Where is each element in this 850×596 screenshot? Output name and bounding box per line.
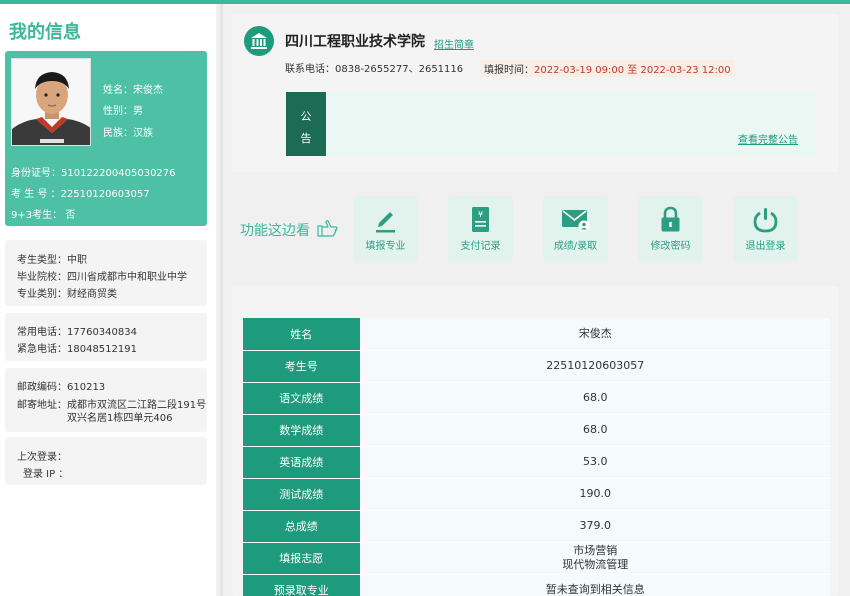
scores-admission-button[interactable]: 成绩/录取: [543, 196, 608, 261]
postcode: 邮政编码：610213: [17, 382, 106, 393]
sidebar-divider: [220, 4, 223, 596]
table-value: 190.0: [360, 478, 830, 511]
fill-major-label: 填报专业: [365, 241, 406, 252]
education-info-box: 考生类型：中职 毕业院校：四川省成都市中和职业中学 专业类别：财经商贸类: [5, 240, 207, 306]
table-value: 暂未查询到相关信息: [360, 574, 830, 596]
receipt-icon: ¥: [472, 207, 489, 232]
student-photo-icon: [12, 59, 90, 145]
table-value: 市场营销 现代物流管理: [360, 542, 830, 575]
table-row: 英语成绩 53.0: [243, 446, 830, 479]
school-panel: 四川工程职业技术学院 招生简章 联系电话：0838-2655277、265111…: [232, 14, 839, 172]
table-key: 总成绩: [243, 510, 361, 543]
sidebar-title: 我的信息: [9, 22, 81, 43]
choice-1: 市场营销: [573, 544, 618, 557]
pen-icon: [376, 212, 395, 233]
table-key: 英语成绩: [243, 446, 361, 479]
phone-info-box: 常用电话：17760340834 紧急电话：18048512191: [5, 313, 207, 361]
table-row: 考生号 22510120603057: [243, 350, 830, 383]
login-info-box: 上次登录： 登录 IP ：: [5, 437, 207, 485]
notice-box: 公 告 查看完整公告: [286, 92, 816, 156]
view-full-notice-link[interactable]: 查看完整公告: [738, 131, 798, 146]
fill-period-label: 填报时间：: [484, 65, 534, 76]
table-value: 379.0: [360, 510, 830, 543]
avatar: [11, 58, 91, 146]
payment-records-label: 支付记录: [460, 241, 501, 252]
table-row: 总成绩 379.0: [243, 510, 830, 543]
scores-admission-label: 成绩/录取: [553, 241, 598, 252]
sidebar: 我的信息 姓名：宋俊杰 性别：男 民族：汉族 身份证号：510122200405…: [0, 4, 216, 596]
table-value: 22510120603057: [360, 350, 830, 383]
table-value: 53.0: [360, 446, 830, 479]
bank-icon: [244, 26, 274, 56]
logout-label: 退出登录: [745, 241, 786, 252]
login-ip: 登录 IP ：: [23, 469, 69, 480]
change-password-label: 修改密码: [650, 241, 691, 252]
fill-major-button[interactable]: 填报专业: [353, 196, 418, 261]
profile-name: 姓名：宋俊杰: [103, 85, 163, 96]
power-icon: [753, 208, 778, 233]
table-key: 预录取专业: [243, 574, 361, 596]
functions-label: 功能这边看: [240, 223, 310, 239]
table-value: 68.0: [360, 382, 830, 415]
table-row: 填报志愿 市场营销 现代物流管理: [243, 542, 830, 575]
profile-id-number: 身份证号：510122200405030276: [11, 168, 176, 179]
mailing-address-line2: 双兴名居1栋四单元406: [67, 413, 173, 424]
profile-exam-number: 考 生 号 ：22510120603057: [11, 189, 150, 200]
notice-label: 公 告: [286, 92, 326, 156]
notice-label-line2: 告: [300, 132, 312, 145]
table-key: 填报志愿: [243, 542, 361, 575]
emergency-phone: 紧急电话：18048512191: [17, 344, 137, 355]
student-type: 考生类型：中职: [17, 255, 87, 266]
school-contact: 联系电话：0838-2655277、2651116: [285, 64, 464, 75]
table-key: 语文成绩: [243, 382, 361, 415]
profile-card: 姓名：宋俊杰 性别：男 民族：汉族 身份证号：51012220040503027…: [5, 51, 207, 226]
pointing-hand-icon: [317, 220, 338, 237]
payment-records-button[interactable]: ¥ 支付记录: [448, 196, 513, 261]
profile-gender: 性别：男: [103, 106, 143, 117]
logout-button[interactable]: 退出登录: [733, 196, 798, 261]
graduate-school: 毕业院校：四川省成都市中和职业中学: [17, 272, 187, 283]
address-info-box: 邮政编码：610213 邮寄地址：成都市双流区二江路二段191号 双兴名居1栋四…: [5, 368, 207, 432]
table-key: 姓名: [243, 318, 361, 351]
major-category: 专业类别：财经商贸类: [17, 289, 117, 300]
profile-nine-plus-three: 9+3考生： 否: [11, 210, 76, 221]
table-row: 语文成绩 68.0: [243, 382, 830, 415]
mail-user-icon: [562, 210, 590, 232]
table-row: 测试成绩 190.0: [243, 478, 830, 511]
choice-2: 现代物流管理: [562, 558, 629, 571]
table-key: 考生号: [243, 350, 361, 383]
svg-text:¥: ¥: [478, 210, 483, 219]
score-table: 姓名 宋俊杰 考生号 22510120603057 语文成绩 68.0 数学成绩…: [243, 318, 830, 596]
mobile-phone: 常用电话：17760340834: [17, 327, 137, 338]
table-key: 数学成绩: [243, 414, 361, 447]
table-value: 68.0: [360, 414, 830, 447]
profile-ethnicity: 民族：汉族: [103, 128, 153, 139]
brochure-link[interactable]: 招生简章: [434, 36, 474, 51]
table-key: 测试成绩: [243, 478, 361, 511]
notice-label-line1: 公: [300, 110, 312, 123]
fill-period: 填报时间：2022-03-19 09:00 至 2022-03-23 12:00: [480, 60, 735, 77]
table-row: 姓名 宋俊杰: [243, 318, 830, 351]
last-login: 上次登录：: [17, 452, 67, 463]
change-password-button[interactable]: 修改密码: [638, 196, 703, 261]
lock-icon: [661, 206, 680, 232]
fill-period-time: 2022-03-19 09:00 至 2022-03-23 12:00: [534, 65, 731, 76]
table-row: 数学成绩 68.0: [243, 414, 830, 447]
school-name: 四川工程职业技术学院: [285, 34, 425, 50]
table-value: 宋俊杰: [360, 318, 830, 351]
table-row: 预录取专业 暂未查询到相关信息: [243, 574, 830, 596]
